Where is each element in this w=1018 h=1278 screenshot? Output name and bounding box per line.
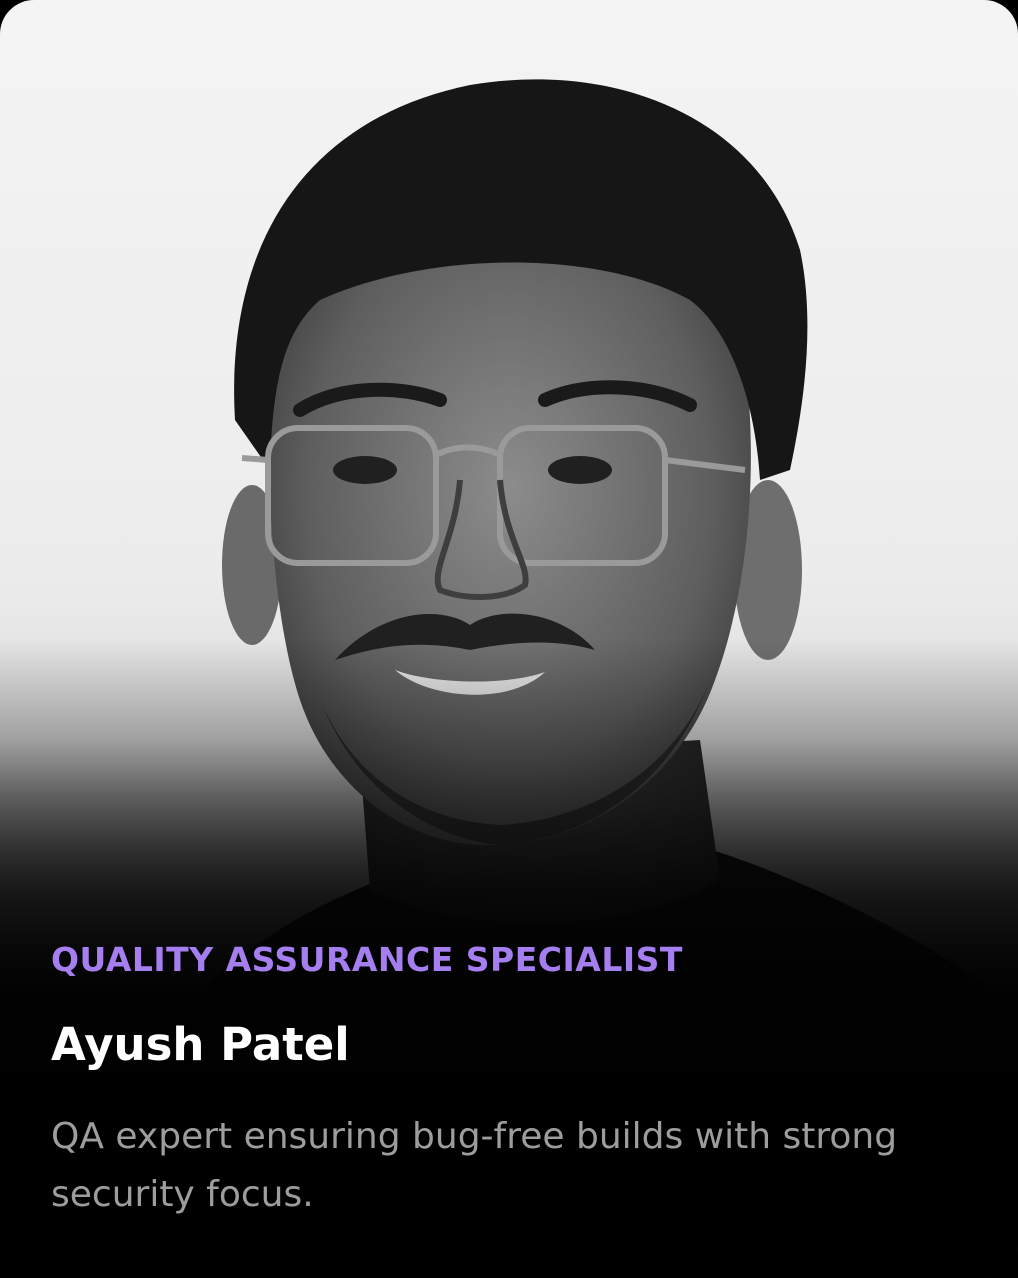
role-title: QUALITY ASSURANCE SPECIALIST xyxy=(51,940,683,979)
photo-fade-overlay xyxy=(0,0,1018,1278)
person-bio: QA expert ensuring bug-free builds with … xyxy=(51,1116,898,1215)
profile-card: QUALITY ASSURANCE SPECIALIST Ayush Patel… xyxy=(0,0,1018,1278)
person-name: Ayush Patel xyxy=(51,1018,350,1071)
